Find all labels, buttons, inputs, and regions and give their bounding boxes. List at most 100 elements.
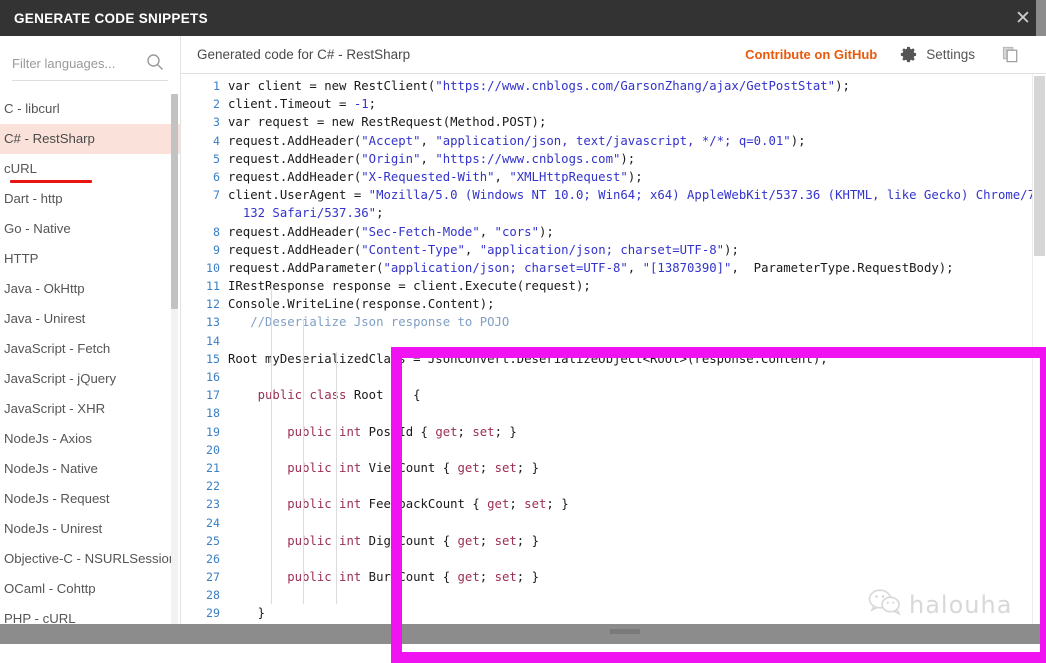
sidebar-item-dart-http[interactable]: Dart - http [0, 184, 180, 214]
sidebar-item-java-unirest[interactable]: Java - Unirest [0, 304, 180, 334]
line-number: 2 [213, 97, 220, 112]
search-icon[interactable] [146, 53, 164, 71]
code-line[interactable]: public int BuryCount { get; set; } [226, 568, 1046, 586]
code-line[interactable] [226, 586, 1046, 604]
code-line[interactable]: public int ViewCount { get; set; } [226, 459, 1046, 477]
search-input[interactable] [12, 55, 142, 71]
line-number: 15 [206, 351, 220, 366]
code-line[interactable]: } [226, 604, 1046, 622]
code-line[interactable] [226, 441, 1046, 459]
code-token: , [420, 133, 436, 148]
sidebar-item-javascript-jquery[interactable]: JavaScript - jQuery [0, 364, 180, 394]
code-token: , [479, 224, 495, 239]
sidebar-item-label: HTTP [4, 251, 39, 266]
code-token: public int [287, 460, 362, 475]
code-line[interactable]: IRestResponse response = client.Execute(… [226, 277, 1046, 295]
code-line[interactable]: var request = new RestRequest(Method.POS… [226, 113, 1046, 131]
language-list[interactable]: C - libcurl C# - RestSharp cURL Dart - http… [0, 94, 180, 644]
sidebar-item-go-native[interactable]: Go - Native [0, 214, 180, 244]
code-token: ); [724, 242, 739, 257]
indent-guide [303, 319, 304, 604]
code-line[interactable]: public int FeedbackCount { get; set; } [226, 495, 1046, 513]
code-token: ; } [516, 533, 539, 548]
code-line[interactable]: request.AddHeader("Origin", "https://www… [226, 150, 1046, 168]
code-line[interactable] [226, 404, 1046, 422]
code-line[interactable]: public int PostId { get; set; } [226, 423, 1046, 441]
sidebar-item-nodejs-request[interactable]: NodeJs - Request [0, 484, 180, 514]
code-line[interactable]: client.Timeout = -1; [226, 95, 1046, 113]
copy-icon[interactable] [1001, 45, 1020, 64]
filter-search-box[interactable] [12, 46, 168, 81]
code-token: "https://www.cnblogs.com" [435, 151, 621, 166]
sidebar-item-nodejs-native[interactable]: NodeJs - Native [0, 454, 180, 484]
code-vertical-scrollbar-thumb[interactable] [1034, 76, 1045, 256]
sidebar-item-javascript-fetch[interactable]: JavaScript - Fetch [0, 334, 180, 364]
code-line[interactable]: client.UserAgent = "Mozilla/5.0 (Windows… [226, 186, 1046, 204]
code-token: ); [790, 133, 806, 148]
code-token: public int [287, 533, 362, 548]
code-line[interactable]: request.AddHeader("Accept", "application… [226, 132, 1046, 150]
sidebar-item-label: NodeJs - Request [4, 491, 110, 506]
code-editor[interactable]: 1 2 3 4 5 6 7 8 9 10 11 12 13 14 15 16 17 18 19 20 21 22 23 24 2… [181, 74, 1046, 644]
settings-button[interactable]: Settings [899, 45, 975, 64]
code-token: Root myDeserializedClass = JsonConvert.D… [228, 351, 828, 366]
window-bottom-scrollbar-thumb[interactable] [610, 629, 640, 634]
sidebar-item-javascript-xhr[interactable]: JavaScript - XHR [0, 394, 180, 424]
code-token: , [627, 260, 643, 275]
sidebar-item-label: JavaScript - XHR [4, 401, 106, 416]
code-line[interactable]: 132 Safari/537.36"; [226, 204, 1046, 222]
code-line[interactable]: Root myDeserializedClass = JsonConvert.D… [226, 350, 1046, 368]
code-token: -1 [353, 97, 369, 112]
code-line[interactable]: Console.WriteLine(response.Content); [226, 295, 1046, 313]
line-number: 27 [206, 570, 220, 585]
sidebar-item-ocaml-cohttp[interactable]: OCaml - Cohttp [0, 574, 180, 604]
code-line[interactable]: request.AddHeader("Sec-Fetch-Mode", "cor… [226, 223, 1046, 241]
code-line[interactable] [226, 550, 1046, 568]
code-line[interactable]: request.AddHeader("X-Requested-With", "X… [226, 168, 1046, 186]
contribute-on-github-link[interactable]: Contribute on GitHub [745, 47, 877, 62]
code-token: request.AddHeader( [228, 133, 362, 148]
code-token: get [457, 533, 480, 548]
code-token: client.UserAgent = [228, 188, 369, 203]
code-token: PostId { [361, 424, 436, 439]
sidebar-item-label: cURL [4, 161, 37, 176]
line-number: 3 [213, 115, 220, 130]
sidebar-item-label: NodeJs - Unirest [4, 521, 103, 536]
code-line[interactable] [226, 514, 1046, 532]
window-bottom-scrollbar[interactable] [0, 624, 1046, 644]
code-line[interactable]: request.AddHeader("Content-Type", "appli… [226, 241, 1046, 259]
code-line[interactable] [226, 332, 1046, 350]
code-token: request.AddHeader( [228, 242, 362, 257]
sidebar-item-nodejs-axios[interactable]: NodeJs - Axios [0, 424, 180, 454]
indent-guide [271, 284, 272, 604]
line-number: 25 [206, 533, 220, 548]
sidebar-item-c-restsharp[interactable]: C# - RestSharp [0, 124, 180, 154]
sidebar-item-c-libcurl[interactable]: C - libcurl [0, 94, 180, 124]
code-line[interactable]: //Deserialize Json response to POJO [226, 313, 1046, 331]
sidebar-item-objective-c-nsurlsession[interactable]: Objective-C - NSURLSession [0, 544, 180, 574]
code-line[interactable]: request.AddParameter("application/json; … [226, 259, 1046, 277]
code-line[interactable]: public int DiggCount { get; set; } [226, 532, 1046, 550]
sidebar-scrollbar-thumb[interactable] [171, 94, 178, 309]
sidebar-item-http[interactable]: HTTP [0, 244, 180, 274]
code-content[interactable]: var client = new RestClient("https://www… [226, 77, 1046, 641]
code-line[interactable] [226, 477, 1046, 495]
code-line[interactable]: var client = new RestClient("https://www… [226, 77, 1046, 95]
main-body: C - libcurl C# - RestSharp cURL Dart - http… [0, 36, 1046, 663]
code-line[interactable]: public class Root { [226, 386, 1046, 404]
code-token: ; [368, 97, 377, 112]
sidebar-item-label: Java - Unirest [4, 311, 86, 326]
code-token: FeedbackCount { [361, 497, 488, 512]
sidebar-item-java-okhttp[interactable]: Java - OkHttp [0, 274, 180, 304]
code-token: 132 Safari/537.36" [242, 206, 377, 221]
code-token: request.AddParameter( [228, 260, 384, 275]
code-token: IRestResponse response = client.Execute(… [228, 279, 591, 294]
sidebar-item-nodejs-unirest[interactable]: NodeJs - Unirest [0, 514, 180, 544]
code-token: get [457, 460, 480, 475]
line-number: 12 [206, 297, 220, 312]
code-panel: Generated code for C# - RestSharp Contri… [181, 36, 1046, 663]
code-line[interactable] [226, 368, 1046, 386]
panel-title: Generated code for C# - RestSharp [197, 47, 411, 62]
